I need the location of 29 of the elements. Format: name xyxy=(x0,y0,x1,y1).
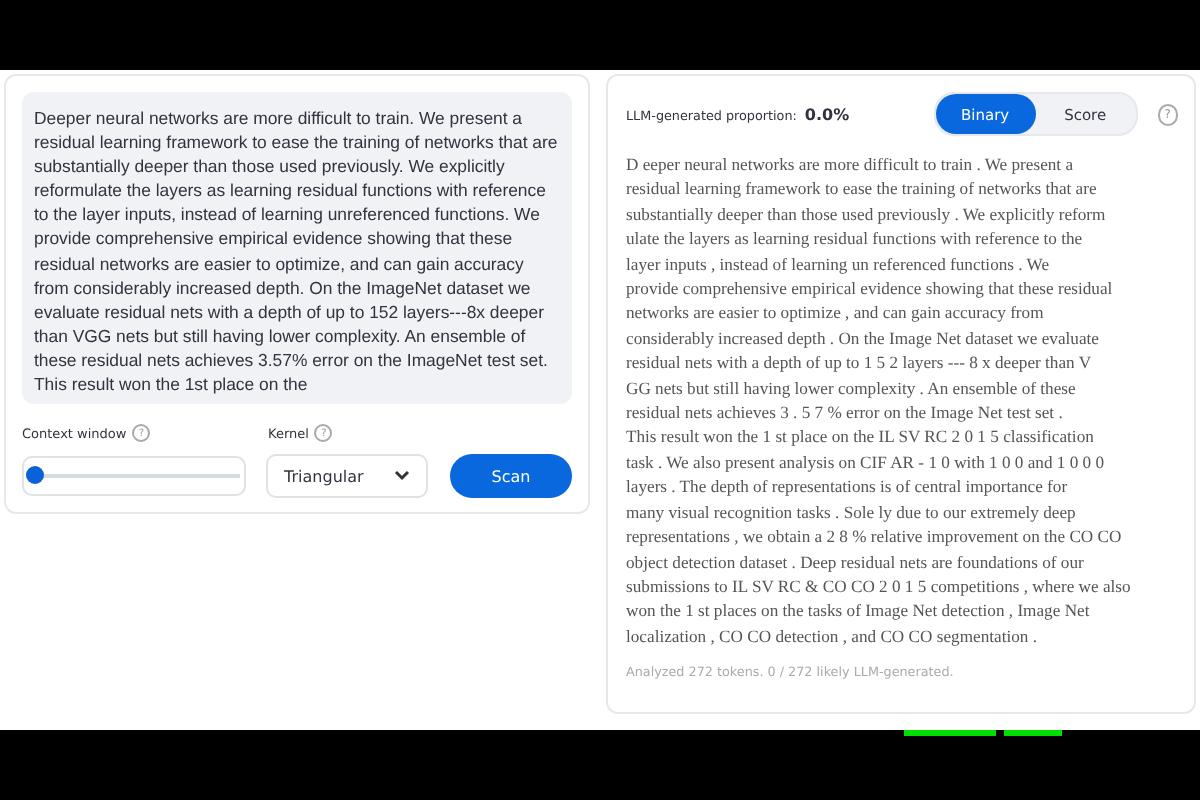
output-text-line: layers . The depth of representations is of central importance for xyxy=(626,474,1070,500)
chevron-down-icon xyxy=(393,470,410,483)
output-text-line: GG nets but still having lower complexity . An ensemble of these xyxy=(626,375,1078,401)
output-text-line: considerably increased depth . On the Image Net dataset we evaluate xyxy=(626,325,1101,351)
output-text-line: many visual recognition tasks . Sole ly due to our extremely deep xyxy=(626,499,1078,525)
kernel-dropdown[interactable]: Triangular xyxy=(266,454,428,499)
context-window-slider[interactable] xyxy=(22,456,247,497)
output-text-line: residual learning framework to ease the training of networks that are xyxy=(626,176,1099,202)
output-text-line: residual nets with a depth of up to 1 5 2 layers --- 8 x deeper than V xyxy=(626,350,1094,376)
output-text-line: D eeper neural networks are more difficult to train . We present a xyxy=(626,152,1076,177)
output-text-line: This result won the 1 st place on the IL SV RC 2 0 1 5 classification xyxy=(626,424,1096,450)
output-text-line: provide comprehensive empirical evidence showing that these residual xyxy=(626,276,1115,301)
output-text-line: object detection dataset . Deep residual nets are foundations of our xyxy=(626,549,1086,574)
text-input-field[interactable]: Deeper neural networks are more difficult to train. We present a residual learning framework to ease the training of networks that are substantially deeper than those used previously. We explicitly reformulate the layers as learning residual functions with reference to the layer inputs, instead of learning unreferenced functions. We provide comprehensive empirical evidence showing that these residual networks are easier to optimize, and can gain accuracy from considerably increased depth. On the ImageNet dataset we evaluate residual nets with a depth of up to 152 layers---8x deeper than VGG nets but still having lower complexity. An ensemble of these residual nets achieves 3.57% error on the ImageNet test set. This result won the 1st place on the xyxy=(22,92,572,405)
tab-marker xyxy=(1004,730,1062,736)
output-text-line: representations , we obtain a 2 8 % relative improvement on the CO CO xyxy=(626,524,1124,549)
output-text-line: submissions to IL SV RC & CO CO 2 0 1 5 competitions , where we also xyxy=(626,573,1133,599)
slider-thumb[interactable] xyxy=(26,466,44,485)
output-text-line: ulate the layers as learning residual functions with reference to the xyxy=(626,226,1085,252)
output-text-line: layer inputs , instead of learning un referenced functions . We xyxy=(626,251,1052,277)
output-text-line: residual nets achieves 3 . 5 7 % error on the Image Net test set . xyxy=(626,400,1065,425)
tab-marker xyxy=(904,730,996,736)
scan-button[interactable]: Scan xyxy=(449,454,573,499)
proportion-value: 0.0% xyxy=(804,105,850,123)
output-text-line: localization , CO CO detection , and CO CO segmentation . xyxy=(626,623,1039,649)
output-text-line: won the 1 st places on the tasks of Image Net detection , Image Net xyxy=(626,598,1092,624)
output-text-line: substantially deeper than those used previously . We explicitly reform xyxy=(626,201,1108,227)
output-text-line: task . We also present analysis on CIF AR - 1 0 with 1 0 0 and 1 0 0 0 xyxy=(626,449,1107,475)
output-text-line: networks are easier to optimize , and can gain accuracy from xyxy=(626,300,1046,326)
